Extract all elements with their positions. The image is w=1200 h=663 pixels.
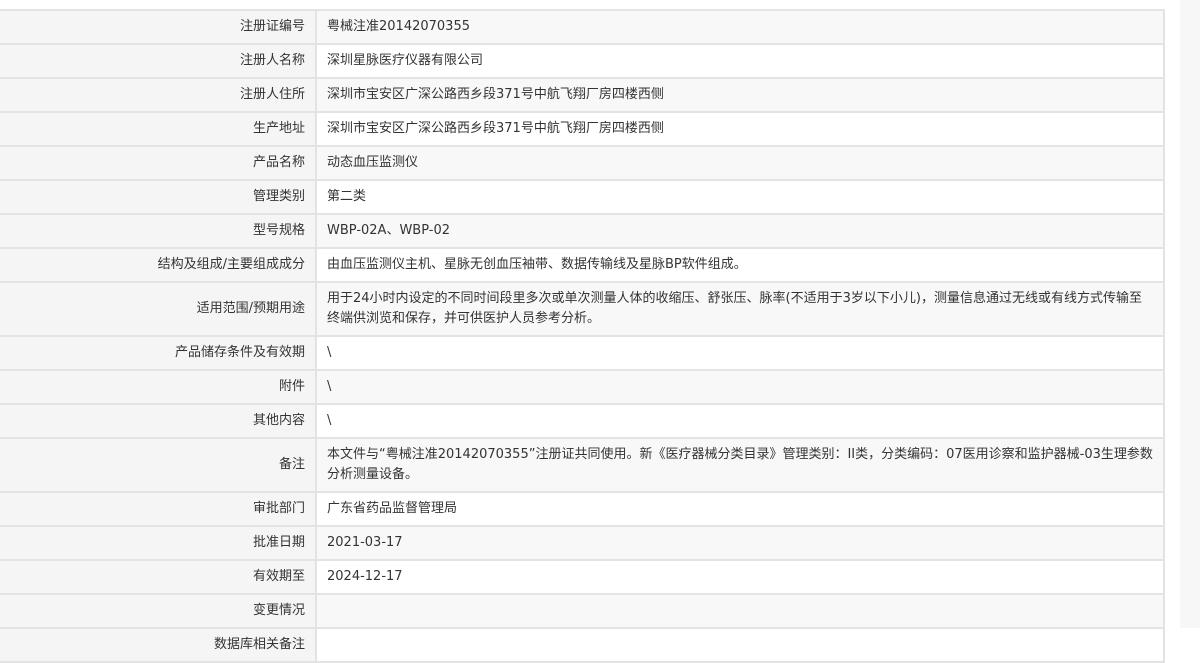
table-row: 有效期至 2024-12-17 xyxy=(0,559,1165,595)
table-row: 产品名称 动态血压监测仪 xyxy=(0,145,1165,181)
table-row: 变更情况 xyxy=(0,593,1165,629)
field-label: 审批部门 xyxy=(0,491,317,527)
field-value: 第二类 xyxy=(315,179,1165,215)
field-value: \ xyxy=(315,369,1165,405)
table-row: 备注 本文件与“粤械注准20142070355”注册证共同使用。新《医疗器械分类目… xyxy=(0,437,1165,493)
table-row: 其他内容 \ xyxy=(0,403,1165,439)
field-value: 深圳市宝安区广深公路西乡段371号中航飞翔厂房四楼西侧 xyxy=(315,77,1165,113)
field-value: \ xyxy=(315,403,1165,439)
table-row: 管理类别 第二类 xyxy=(0,179,1165,215)
table-row: 附件 \ xyxy=(0,369,1165,405)
field-label: 变更情况 xyxy=(0,593,317,629)
field-label: 适用范围/预期用途 xyxy=(0,281,317,337)
table-row: 数据库相关备注 xyxy=(0,627,1165,663)
field-label: 生产地址 xyxy=(0,111,317,147)
field-label: 有效期至 xyxy=(0,559,317,595)
table-row: 生产地址 深圳市宝安区广深公路西乡段371号中航飞翔厂房四楼西侧 xyxy=(0,111,1165,147)
field-value: 动态血压监测仪 xyxy=(315,145,1165,181)
table-row: 产品储存条件及有效期 \ xyxy=(0,335,1165,371)
field-value: \ xyxy=(315,335,1165,371)
field-label: 其他内容 xyxy=(0,403,317,439)
field-value: 深圳星脉医疗仪器有限公司 xyxy=(315,43,1165,79)
table-row: 注册人住所 深圳市宝安区广深公路西乡段371号中航飞翔厂房四楼西侧 xyxy=(0,77,1165,113)
field-label: 备注 xyxy=(0,437,317,493)
table-row: 适用范围/预期用途 用于24小时内设定的不同时间段里多次或单次测量人体的收缩压、舒… xyxy=(0,281,1165,337)
field-label: 注册证编号 xyxy=(0,9,317,45)
table-row: 审批部门 广东省药品监督管理局 xyxy=(0,491,1165,527)
field-label: 注册人名称 xyxy=(0,43,317,79)
field-value xyxy=(315,627,1165,663)
table-row: 型号规格 WBP-02A、WBP-02 xyxy=(0,213,1165,249)
table-row: 注册人名称 深圳星脉医疗仪器有限公司 xyxy=(0,43,1165,79)
table-row: 结构及组成/主要组成成分 由血压监测仪主机、星脉无创血压袖带、数据传输线及星脉BP… xyxy=(0,247,1165,283)
field-label: 附件 xyxy=(0,369,317,405)
field-label: 结构及组成/主要组成成分 xyxy=(0,247,317,283)
field-value: 广东省药品监督管理局 xyxy=(315,491,1165,527)
registration-detail-table: 注册证编号 粤械注准20142070355 注册人名称 深圳星脉医疗仪器有限公司 注册人… xyxy=(0,9,1165,663)
field-label: 产品名称 xyxy=(0,145,317,181)
field-value: 2024-12-17 xyxy=(315,559,1165,595)
field-value: 由血压监测仪主机、星脉无创血压袖带、数据传输线及星脉BP软件组成。 xyxy=(315,247,1165,283)
field-label: 型号规格 xyxy=(0,213,317,249)
scrollbar[interactable] xyxy=(1180,0,1200,628)
field-value: 深圳市宝安区广深公路西乡段371号中航飞翔厂房四楼西侧 xyxy=(315,111,1165,147)
field-label: 注册人住所 xyxy=(0,77,317,113)
field-label: 批准日期 xyxy=(0,525,317,561)
field-label: 产品储存条件及有效期 xyxy=(0,335,317,371)
field-label: 数据库相关备注 xyxy=(0,627,317,663)
field-value: WBP-02A、WBP-02 xyxy=(315,213,1165,249)
field-value xyxy=(315,593,1165,629)
table-row: 批准日期 2021-03-17 xyxy=(0,525,1165,561)
field-value: 本文件与“粤械注准20142070355”注册证共同使用。新《医疗器械分类目录》… xyxy=(315,437,1165,493)
field-value: 2021-03-17 xyxy=(315,525,1165,561)
field-value: 用于24小时内设定的不同时间段里多次或单次测量人体的收缩压、舒张压、脉率(不适用… xyxy=(315,281,1165,337)
table-row: 注册证编号 粤械注准20142070355 xyxy=(0,9,1165,45)
field-value: 粤械注准20142070355 xyxy=(315,9,1165,45)
field-label: 管理类别 xyxy=(0,179,317,215)
